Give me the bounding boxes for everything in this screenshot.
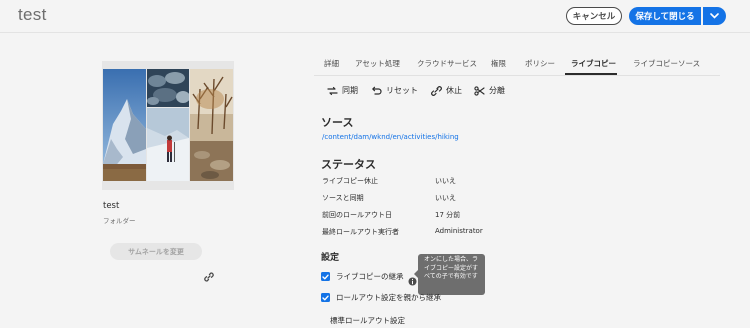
tab-asset-processing[interactable]: アセット処理 — [355, 58, 400, 69]
checkmark-icon — [322, 274, 329, 279]
link-icon[interactable] — [203, 268, 215, 282]
live-copy-inherit-label: ライブコピーの継承 — [336, 272, 404, 281]
page-title: test — [18, 5, 47, 24]
chevron-down-icon — [710, 13, 719, 19]
inherit-tooltip: オンにした場合、ライブコピー設定がすべての子で有効です — [418, 254, 485, 295]
status-row-value: いいえ — [435, 194, 456, 202]
status-row-label: 最終ロールアウト実行者 — [322, 228, 399, 236]
tab-policies[interactable]: ポリシー — [525, 58, 555, 69]
rollout-inherit-checkbox[interactable] — [321, 293, 330, 302]
scissors-icon — [474, 85, 485, 96]
asset-type: フォルダー — [103, 217, 136, 225]
thumbnail-rocks-image — [147, 69, 190, 107]
header-bar: test キャンセル 保存して閉じる — [0, 0, 750, 32]
sync-icon — [327, 86, 338, 95]
status-row-value: 17 分前 — [435, 211, 461, 219]
checkmark-icon — [322, 295, 329, 300]
tab-live-copy-source[interactable]: ライブコピーソース — [633, 58, 700, 69]
standard-rollout-label: 標準ロールアウト設定 — [330, 316, 405, 325]
status-row-label: ライブコピー休止 — [322, 177, 378, 185]
live-copy-inherit-checkbox[interactable] — [321, 272, 330, 281]
reset-icon — [372, 86, 382, 95]
status-row-label: 前回のロールアウト日 — [322, 211, 392, 219]
tab-cloud-services[interactable]: クラウドサービス — [417, 58, 477, 69]
tab-permissions[interactable]: 権限 — [491, 58, 506, 69]
folder-thumbnail-image — [103, 69, 233, 181]
detach-button[interactable]: 分離 — [474, 85, 505, 96]
asset-name: test — [103, 201, 120, 211]
status-row-label: ソースと同期 — [322, 194, 364, 202]
thumbnail-hiker-image — [147, 108, 189, 181]
reset-label: リセット — [386, 86, 418, 95]
save-and-close-button[interactable]: 保存して閉じる — [629, 7, 701, 25]
change-thumbnail-button[interactable]: サムネールを変更 — [110, 243, 202, 260]
status-heading: ステータス — [321, 158, 376, 171]
header-divider — [0, 32, 750, 33]
detach-label: 分離 — [489, 86, 505, 95]
thumbnail-trees-image — [190, 69, 233, 181]
status-row-value: Administrator — [435, 227, 483, 235]
sync-button[interactable]: 同期 — [327, 85, 358, 96]
source-path-link[interactable]: /content/dam/wknd/en/activities/hiking — [322, 133, 459, 141]
save-options-dropdown-button[interactable] — [703, 7, 726, 25]
unlink-icon — [431, 85, 442, 96]
suspend-button[interactable]: 休止 — [431, 85, 462, 96]
rollout-inherit-label: ロールアウト設定を親から継承 — [336, 293, 441, 302]
tab-details[interactable]: 詳細 — [324, 58, 339, 69]
tab-live-copy[interactable]: ライブコピー — [571, 58, 616, 69]
status-row-value: いいえ — [435, 177, 456, 185]
active-tab-indicator — [565, 73, 617, 75]
thumbnail-mountain-image — [103, 69, 146, 181]
reset-button[interactable]: リセット — [371, 85, 418, 96]
suspend-label: 休止 — [446, 86, 462, 95]
source-heading: ソース — [321, 116, 354, 129]
settings-heading: 設定 — [321, 253, 340, 263]
tabs-divider — [314, 75, 720, 76]
sync-label: 同期 — [342, 86, 358, 95]
cancel-button[interactable]: キャンセル — [566, 7, 622, 25]
